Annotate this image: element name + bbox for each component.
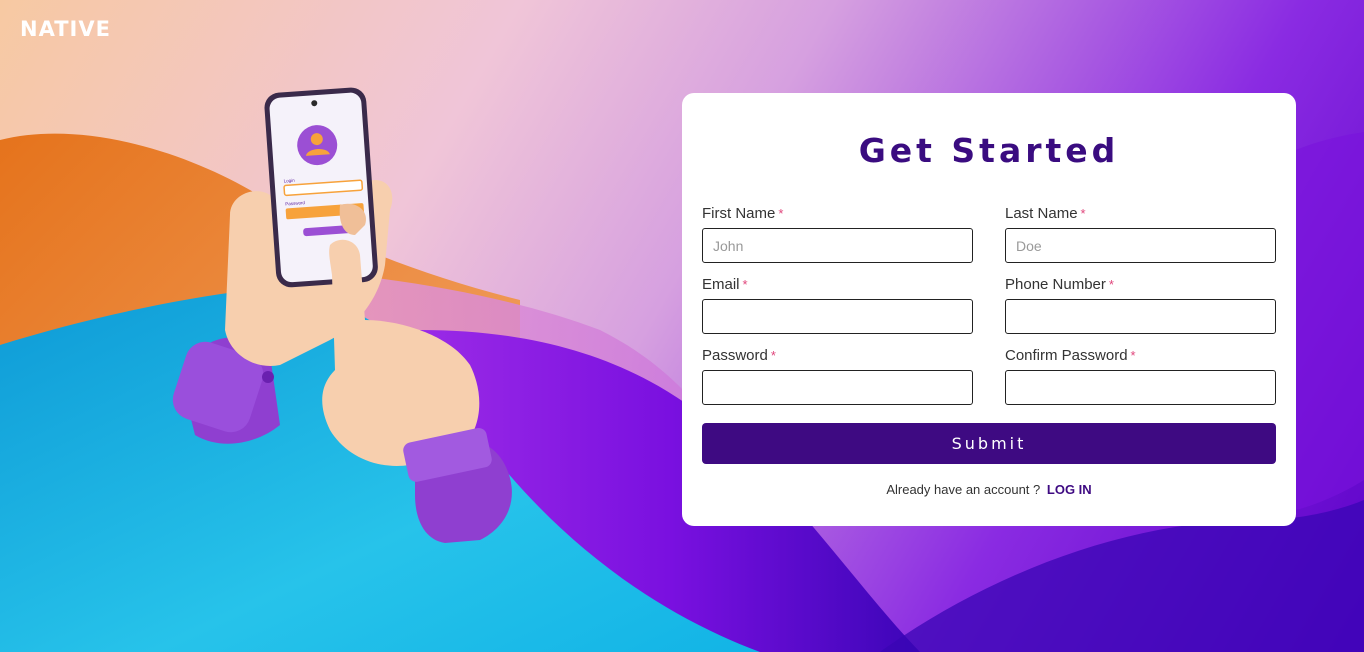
first-name-group: First Name * [702,204,973,263]
last-name-label-text: Last Name [1005,205,1078,222]
phone-number-label-text: Phone Number [1005,276,1106,293]
required-mark: * [742,277,748,292]
first-name-label: First Name * [702,204,973,224]
password-label-text: Password [702,347,768,364]
confirm-password-group: Confirm Password * [1005,346,1276,405]
required-mark: * [778,206,784,221]
email-input[interactable] [702,299,973,334]
confirm-password-label: Confirm Password * [1005,346,1276,366]
email-label-text: Email [702,276,740,293]
submit-button[interactable]: Submit [702,423,1276,464]
required-mark: * [1108,277,1114,292]
last-name-label: Last Name * [1005,204,1276,224]
login-prompt-line: Already have an account ? LOG IN [682,482,1296,497]
confirm-password-label-text: Confirm Password [1005,347,1128,364]
login-prompt-text: Already have an account ? [886,482,1041,497]
form-title: Get Started [858,131,1120,170]
required-mark: * [1080,206,1086,221]
phone-login-label: Login [283,178,295,184]
signup-page: NATIVE Login Password Get Started First … [0,0,1364,652]
password-input[interactable] [702,370,973,405]
email-group: Email * [702,275,973,334]
phone-hands-illustration: Login Password [172,87,512,543]
first-name-input[interactable] [702,228,973,263]
required-mark: * [1130,348,1136,363]
signup-card: Get Started First Name* Last Name* Email… [682,93,1296,526]
email-label: Email * [702,275,973,295]
last-name-group: Last Name * [1005,204,1276,263]
password-group: Password * [702,346,973,405]
phone-number-group: Phone Number * [1005,275,1276,334]
first-name-label-text: First Name [702,205,776,222]
logo-text: NATIVE [20,17,111,41]
native-logo[interactable]: NATIVE [20,17,111,41]
phone-number-input[interactable] [1005,299,1276,334]
phone-number-label: Phone Number * [1005,275,1276,295]
password-label: Password * [702,346,973,366]
last-name-input[interactable] [1005,228,1276,263]
confirm-password-input[interactable] [1005,370,1276,405]
required-mark: * [770,348,776,363]
login-link[interactable]: LOG IN [1047,482,1092,497]
